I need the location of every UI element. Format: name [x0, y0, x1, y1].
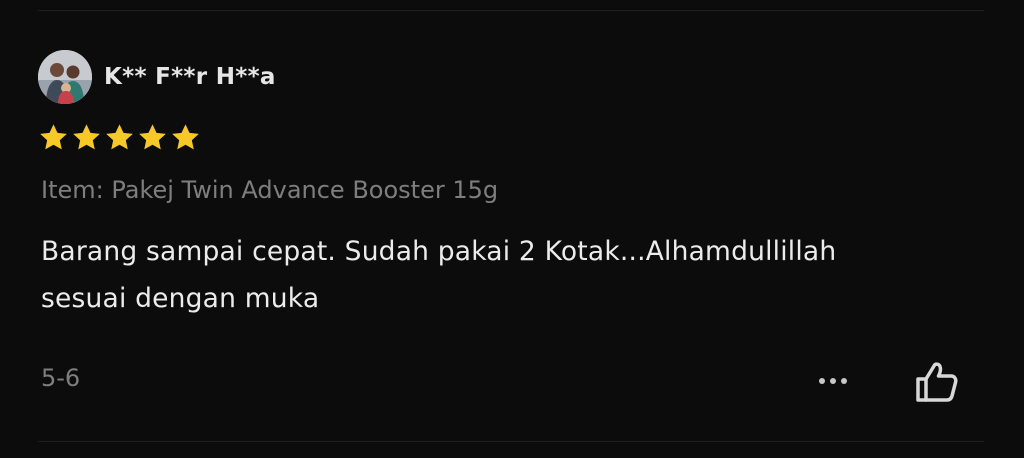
like-button[interactable] [912, 360, 962, 404]
bottom-divider [38, 441, 984, 442]
star-icon [139, 124, 166, 150]
star-icon [73, 124, 100, 150]
star-icon [172, 124, 199, 150]
review-card: K** F**r H**a Item: Pakej Twin Advance B… [0, 0, 1024, 458]
review-header: K** F**r H**a [38, 50, 276, 104]
reviewer-name: K** F**r H**a [104, 64, 276, 90]
more-horizontal-icon [841, 378, 847, 384]
star-icon [106, 124, 133, 150]
thumbs-up-icon [916, 362, 958, 402]
more-horizontal-icon [830, 378, 836, 384]
review-comment-line: sesuai dengan muka [41, 283, 320, 314]
more-options-button[interactable] [810, 370, 856, 392]
review-date: 5-6 [41, 364, 81, 392]
avatar-photo [38, 50, 92, 104]
avatar[interactable] [38, 50, 92, 104]
top-divider [38, 10, 984, 11]
review-comment: Barang sampai cepat. Sudah pakai 2 Kotak… [41, 228, 991, 322]
more-horizontal-icon [819, 378, 825, 384]
review-comment-line: Barang sampai cepat. Sudah pakai 2 Kotak… [41, 236, 837, 267]
star-icon [40, 124, 67, 150]
item-variant-label: Item: Pakej Twin Advance Booster 15g [41, 176, 499, 204]
star-rating [38, 122, 201, 153]
